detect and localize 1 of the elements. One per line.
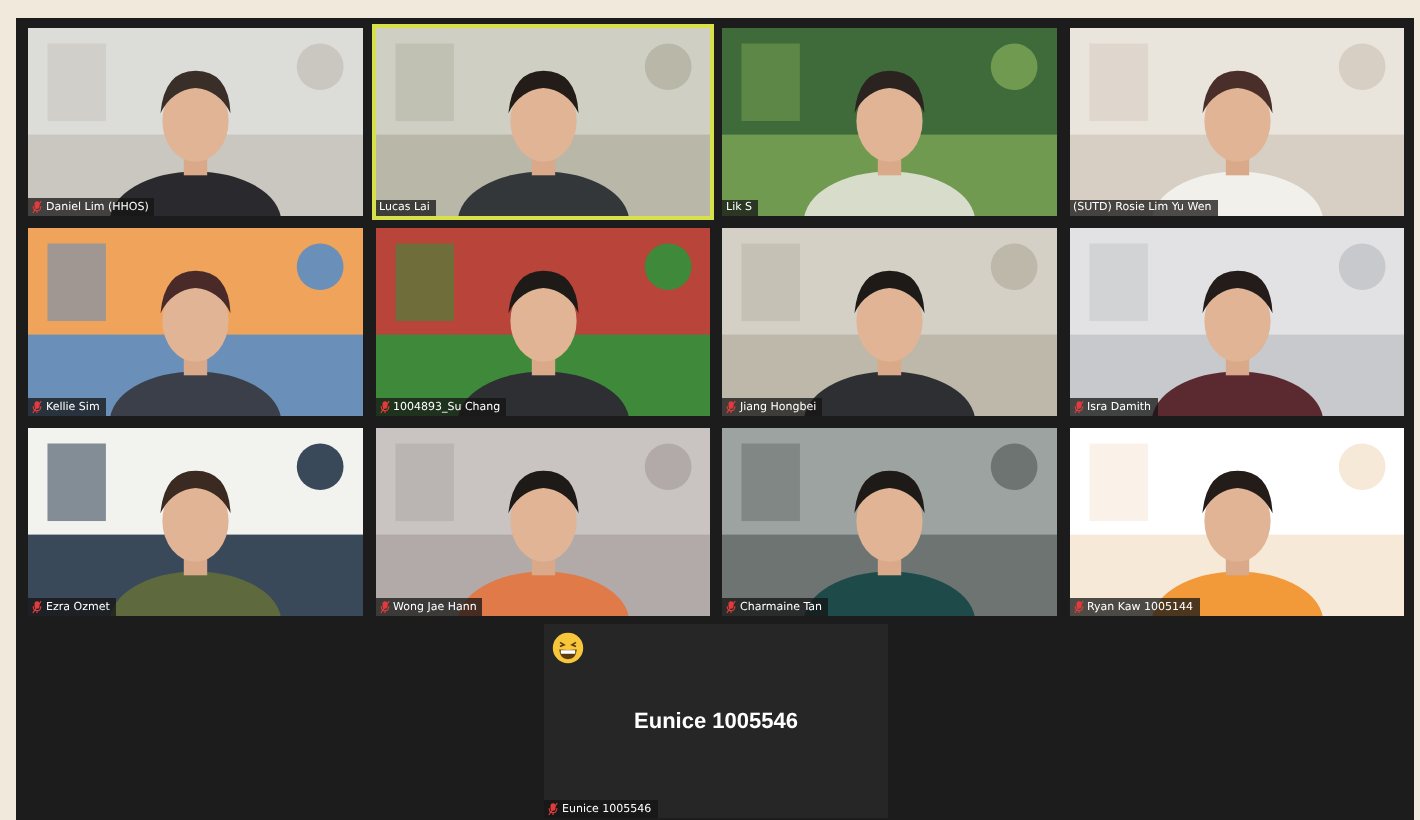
participant-display-name: Eunice 1005546 — [634, 709, 798, 733]
